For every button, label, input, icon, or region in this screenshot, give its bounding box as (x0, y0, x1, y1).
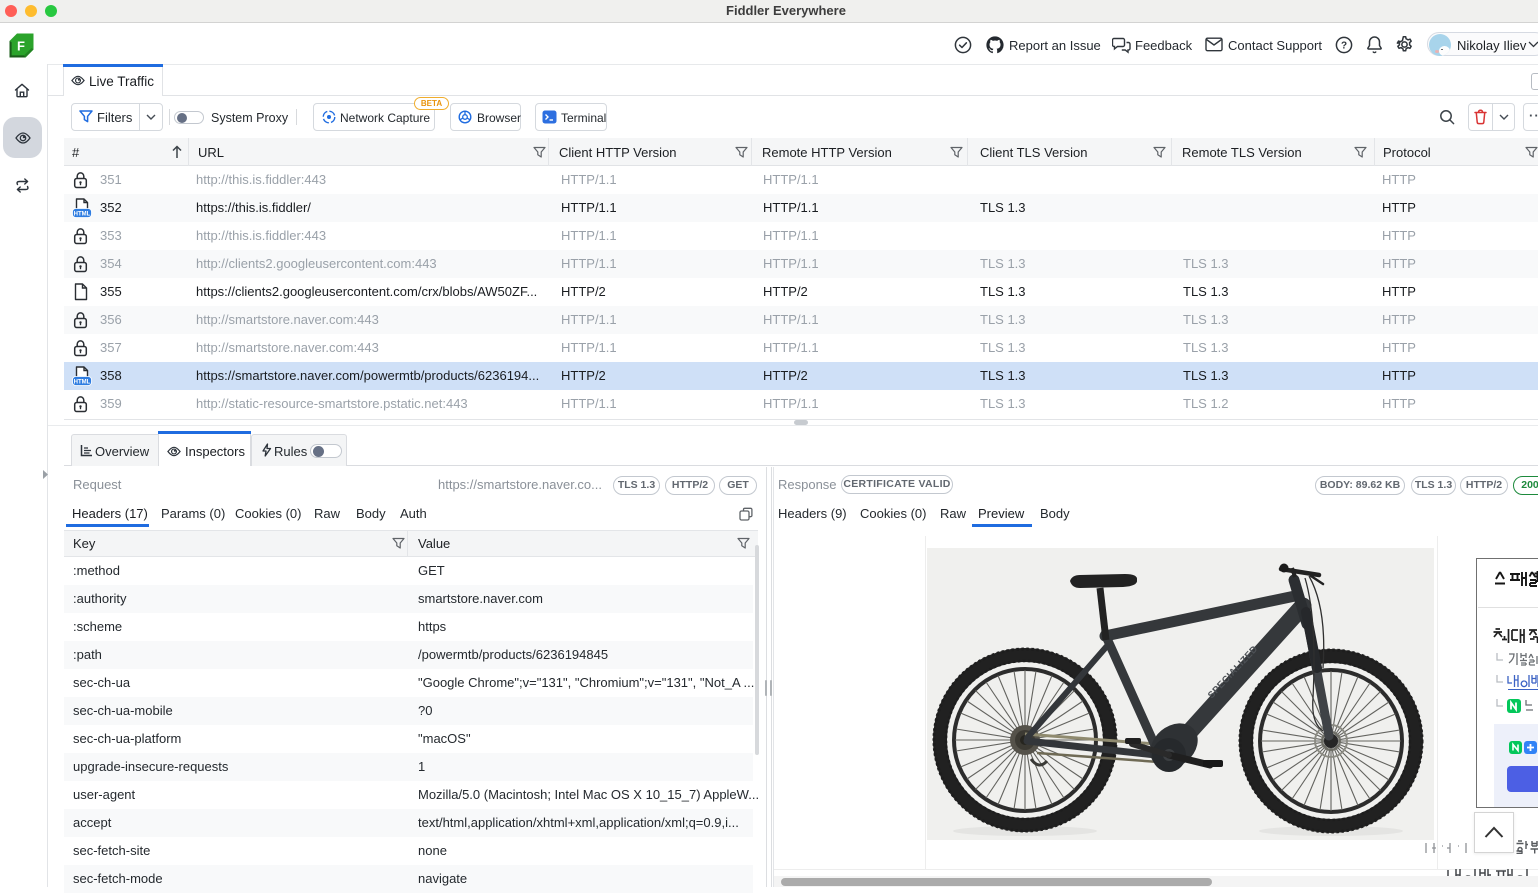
svg-text:F: F (17, 39, 25, 54)
svg-text:?: ? (1341, 41, 1347, 52)
